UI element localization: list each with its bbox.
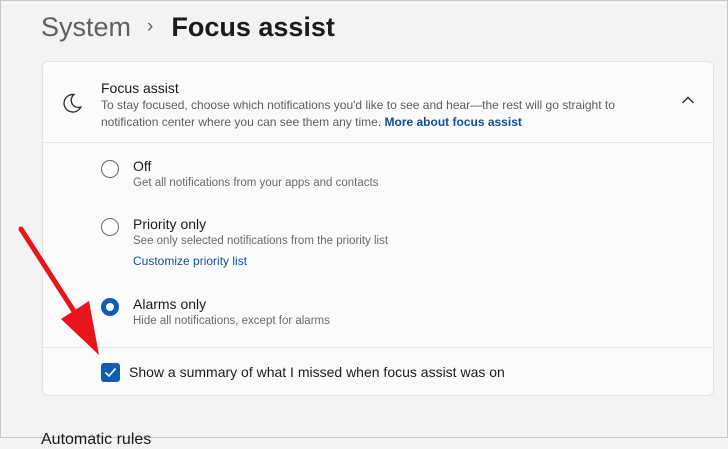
annotation-arrow xyxy=(18,226,99,355)
